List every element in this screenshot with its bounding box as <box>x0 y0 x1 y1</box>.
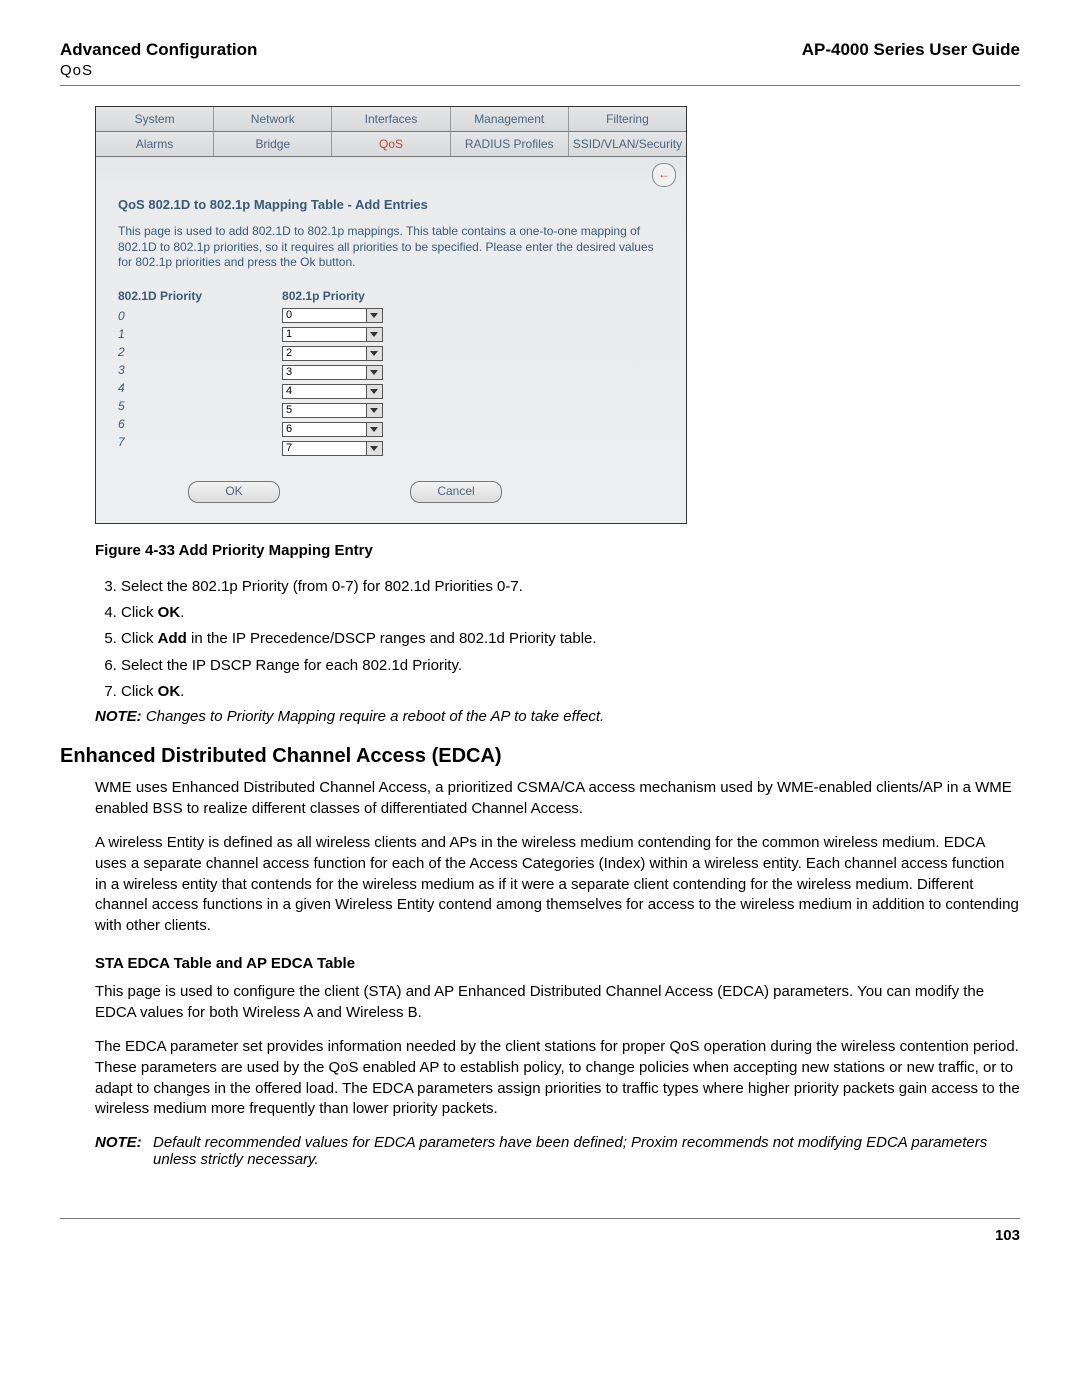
edca-para-2: A wireless Entity is defined as all wire… <box>95 833 1020 936</box>
note-label: NOTE: <box>95 708 142 725</box>
priority-d-4: 4 <box>118 379 202 397</box>
priority-p-select-7[interactable]: 7 <box>282 441 367 456</box>
dropdown-icon[interactable] <box>367 365 383 380</box>
back-arrow-icon[interactable]: ← <box>652 163 676 187</box>
page-header: Advanced Configuration QoS AP-4000 Serie… <box>60 40 1020 86</box>
tab-radius-profiles[interactable]: RADIUS Profiles <box>451 132 569 156</box>
subsection-sta-ap-edca: STA EDCA Table and AP EDCA Table <box>95 955 1020 972</box>
tab-management[interactable]: Management <box>451 107 569 131</box>
tab-alarms[interactable]: Alarms <box>96 132 214 156</box>
step-5: Click Add in the IP Precedence/DSCP rang… <box>121 629 1020 649</box>
edca-para-1: WME uses Enhanced Distributed Channel Ac… <box>95 778 1020 819</box>
tab-bridge[interactable]: Bridge <box>214 132 332 156</box>
col-header-802-1p: 802.1p Priority <box>282 289 383 303</box>
priority-d-5: 5 <box>118 397 202 415</box>
panel-description: This page is used to add 802.1D to 802.1… <box>118 224 664 271</box>
note-priority-mapping: NOTE: Changes to Priority Mapping requir… <box>95 708 1020 725</box>
dropdown-icon[interactable] <box>367 346 383 361</box>
priority-d-6: 6 <box>118 415 202 433</box>
note-edca-defaults: NOTE: Default recommended values for EDC… <box>95 1134 1020 1168</box>
tab-interfaces[interactable]: Interfaces <box>332 107 450 131</box>
dropdown-icon[interactable] <box>367 422 383 437</box>
priority-p-column: 802.1p Priority 0 1 2 3 4 5 6 7 <box>282 289 383 459</box>
priority-p-select-4[interactable]: 4 <box>282 384 367 399</box>
priority-p-select-3[interactable]: 3 <box>282 365 367 380</box>
figure-caption: Figure 4-33 Add Priority Mapping Entry <box>95 542 1020 559</box>
header-left-sub: QoS <box>60 62 257 79</box>
priority-p-select-2[interactable]: 2 <box>282 346 367 361</box>
step-4: Click OK. <box>121 603 1020 623</box>
page-footer: 103 <box>60 1218 1020 1244</box>
tabs-row-2: Alarms Bridge QoS RADIUS Profiles SSID/V… <box>96 132 686 157</box>
priority-d-column: 802.1D Priority 0 1 2 3 4 5 6 7 <box>118 289 202 459</box>
tabs-row-1: System Network Interfaces Management Fil… <box>96 107 686 132</box>
edca-para-4: The EDCA parameter set provides informat… <box>95 1037 1020 1120</box>
priority-d-0: 0 <box>118 307 202 325</box>
priority-d-7: 7 <box>118 433 202 451</box>
dropdown-icon[interactable] <box>367 327 383 342</box>
header-right-title: AP-4000 Series User Guide <box>802 40 1020 60</box>
dropdown-icon[interactable] <box>367 384 383 399</box>
step-7: Click OK. <box>121 682 1020 702</box>
priority-d-1: 1 <box>118 325 202 343</box>
cancel-button[interactable]: Cancel <box>410 481 502 503</box>
priority-d-3: 3 <box>118 361 202 379</box>
tab-network[interactable]: Network <box>214 107 332 131</box>
step-3: Select the 802.1p Priority (from 0-7) fo… <box>121 577 1020 597</box>
header-left: Advanced Configuration QoS <box>60 40 257 79</box>
instruction-steps: Select the 802.1p Priority (from 0-7) fo… <box>95 577 1020 702</box>
note-label: NOTE: <box>95 1134 153 1168</box>
ok-button[interactable]: OK <box>188 481 280 503</box>
step-6: Select the IP DSCP Range for each 802.1d… <box>121 656 1020 676</box>
panel-title: QoS 802.1D to 802.1p Mapping Table - Add… <box>118 197 664 212</box>
panel-content: ← QoS 802.1D to 802.1p Mapping Table - A… <box>96 157 686 523</box>
note-text: Changes to Priority Mapping require a re… <box>146 708 604 725</box>
dropdown-icon[interactable] <box>367 308 383 323</box>
dropdown-icon[interactable] <box>367 403 383 418</box>
priority-p-select-6[interactable]: 6 <box>282 422 367 437</box>
button-row: OK Cancel <box>118 481 664 503</box>
tab-qos[interactable]: QoS <box>332 132 450 156</box>
dropdown-icon[interactable] <box>367 441 383 456</box>
priority-d-2: 2 <box>118 343 202 361</box>
col-header-802-1d: 802.1D Priority <box>118 289 202 303</box>
note-text: Default recommended values for EDCA para… <box>153 1134 1020 1168</box>
priority-p-select-0[interactable]: 0 <box>282 308 367 323</box>
tab-ssid-vlan-security[interactable]: SSID/VLAN/Security <box>569 132 686 156</box>
tab-system[interactable]: System <box>96 107 214 131</box>
config-screenshot: System Network Interfaces Management Fil… <box>95 106 687 524</box>
section-edca-heading: Enhanced Distributed Channel Access (EDC… <box>60 745 1020 768</box>
header-left-title: Advanced Configuration <box>60 40 257 60</box>
tab-filtering[interactable]: Filtering <box>569 107 686 131</box>
priority-p-select-5[interactable]: 5 <box>282 403 367 418</box>
priority-p-select-1[interactable]: 1 <box>282 327 367 342</box>
page-number: 103 <box>995 1227 1020 1244</box>
edca-para-3: This page is used to configure the clien… <box>95 982 1020 1023</box>
priority-table: 802.1D Priority 0 1 2 3 4 5 6 7 802.1p P… <box>118 289 664 459</box>
